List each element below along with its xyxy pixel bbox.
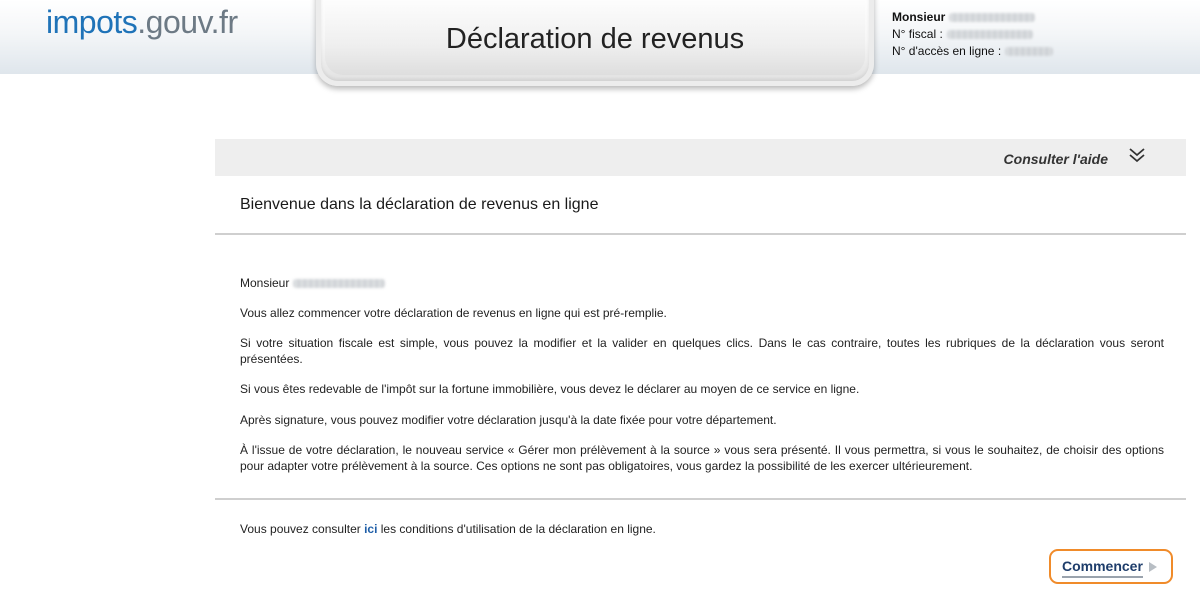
start-button-label: Commencer: [1062, 559, 1143, 578]
logo-text-impots: impots: [46, 4, 138, 40]
site-logo[interactable]: impots.gouv.fr: [46, 4, 238, 40]
user-info: Monsieur N° fiscal : N° d'accès en ligne…: [892, 9, 1054, 60]
divider-bottom: [215, 498, 1186, 500]
user-name-row: Monsieur: [892, 9, 1053, 26]
terms-text-before: Vous pouvez consulter: [240, 522, 365, 536]
page-title: Déclaration de revenus: [445, 23, 745, 55]
access-number-row: N° d'accès en ligne :: [892, 43, 1054, 60]
title-tab: Déclaration de revenus: [316, 0, 874, 86]
help-link[interactable]: Consulter l'aide: [1004, 151, 1108, 167]
welcome-heading: Bienvenue dans la déclaration de revenus…: [240, 196, 599, 213]
user-salutation: Monsieur: [892, 10, 946, 24]
paragraph-after-signature: Après signature, vous pouvez modifier vo…: [240, 412, 777, 427]
help-bar[interactable]: Consulter l'aide: [215, 139, 1186, 176]
paragraph-simple-situation: Si votre situation fiscale est simple, v…: [240, 336, 1164, 366]
intro-content: Monsieur Vous allez commencer votre décl…: [240, 276, 1164, 489]
access-number-label: N° d'accès en ligne :: [892, 44, 1002, 58]
fiscal-number-row: N° fiscal :: [892, 26, 1053, 43]
start-button[interactable]: Commencer: [1049, 549, 1173, 584]
redacted-user-name: [949, 13, 1036, 23]
divider-top: [215, 233, 1186, 235]
redacted-access-number: [1005, 47, 1054, 57]
greeting-line: Monsieur: [240, 276, 1164, 292]
terms-text-after: les conditions d'utilisation de la décla…: [377, 522, 656, 536]
paragraph-prefilled: Vous allez commencer votre déclaration d…: [240, 305, 667, 320]
page-header: impots.gouv.fr Déclaration de revenus Mo…: [0, 0, 1200, 86]
paragraph-withholding: À l'issue de votre déclaration, le nouve…: [240, 443, 1164, 473]
terms-link[interactable]: ici: [364, 522, 377, 536]
greeting-salutation: Monsieur: [240, 276, 290, 290]
paragraph-ifi: Si vous êtes redevable de l'impôt sur la…: [240, 382, 860, 396]
terms-notice: Vous pouvez consulter ici les conditions…: [240, 522, 656, 536]
arrow-right-icon: [1149, 562, 1157, 572]
double-chevron-down-icon[interactable]: [1128, 146, 1146, 164]
logo-text-domain: .gouv.fr: [137, 4, 238, 40]
redacted-greeting-name: [293, 279, 386, 289]
redacted-fiscal-number: [946, 30, 1033, 40]
fiscal-number-label: N° fiscal :: [892, 27, 943, 41]
